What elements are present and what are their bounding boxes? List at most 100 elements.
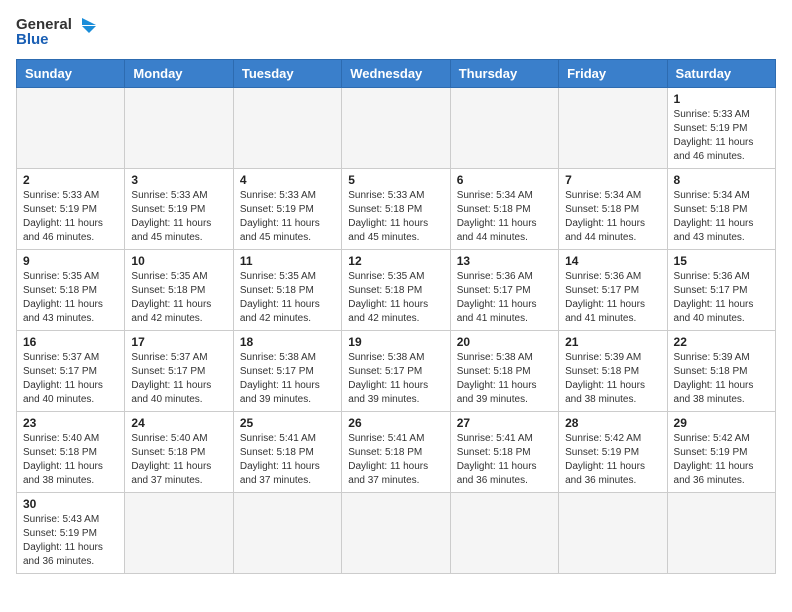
header-saturday: Saturday (667, 59, 775, 87)
day-info: Sunrise: 5:39 AM Sunset: 5:18 PM Dayligh… (565, 351, 660, 407)
calendar-cell: 12Sunrise: 5:35 AM Sunset: 5:18 PM Dayli… (342, 249, 450, 330)
day-info: Sunrise: 5:38 AM Sunset: 5:17 PM Dayligh… (240, 351, 335, 407)
day-number: 18 (240, 335, 335, 349)
calendar-cell: 18 Sunrise: 5:38 AM Sunset: 5:17 PM Dayli… (233, 330, 341, 411)
day-info: Sunrise: 5:33 AM Sunset: 5:19 PM Dayligh… (240, 189, 335, 245)
day-info: Sunrise: 5:34 AM Sunset: 5:18 PM Dayligh… (565, 189, 660, 245)
calendar-cell: 8 Sunrise: 5:34 AM Sunset: 5:18 PM Daylig… (667, 168, 775, 249)
calendar-cell: 20 Sunrise: 5:38 AM Sunset: 5:18 PM Dayli… (450, 330, 558, 411)
day-info: Sunrise: 5:36 AM Sunset: 5:17 PM Dayligh… (457, 270, 552, 326)
day-number: 4 (240, 173, 335, 187)
day-number: 9 (23, 254, 118, 268)
calendar-cell: 3 Sunrise: 5:33 AM Sunset: 5:19 PM Daylig… (125, 168, 233, 249)
day-number: 21 (565, 335, 660, 349)
day-number: 29 (674, 416, 769, 430)
calendar-cell: 1 Sunrise: 5:33 AM Sunset: 5:19 PM Daylig… (667, 87, 775, 168)
day-number: 20 (457, 335, 552, 349)
day-number: 14 (565, 254, 660, 268)
day-number: 10 (131, 254, 226, 268)
calendar-cell: 22Sunrise: 5:39 AM Sunset: 5:18 PM Dayli… (667, 330, 775, 411)
calendar-cell: 13 Sunrise: 5:36 AM Sunset: 5:17 PM Dayli… (450, 249, 558, 330)
day-number: 6 (457, 173, 552, 187)
calendar-cell-empty (450, 492, 558, 573)
day-info: Sunrise: 5:33 AM Sunset: 5:19 PM Dayligh… (23, 189, 118, 245)
day-number: 19 (348, 335, 443, 349)
calendar-cell: 17 Sunrise: 5:37 AM Sunset: 5:17 PM Dayli… (125, 330, 233, 411)
day-number: 8 (674, 173, 769, 187)
logo-blue-text: Blue (16, 32, 49, 49)
calendar-cell (17, 87, 125, 168)
day-number: 7 (565, 173, 660, 187)
calendar-table: Sunday Monday Tuesday Wednesday Thursday… (16, 59, 776, 574)
calendar-cell: 10 Sunrise: 5:35 AM Sunset: 5:18 PM Dayli… (125, 249, 233, 330)
day-info: Sunrise: 5:38 AM Sunset: 5:17 PM Dayligh… (348, 351, 443, 407)
calendar-cell: 29 Sunrise: 5:42 AM Sunset: 5:19 PM Dayli… (667, 411, 775, 492)
calendar-row-2: 9 Sunrise: 5:35 AM Sunset: 5:18 PM Daylig… (17, 249, 776, 330)
day-number: 22 (674, 335, 769, 349)
calendar-cell: 25Sunrise: 5:41 AM Sunset: 5:18 PM Dayli… (233, 411, 341, 492)
day-number: 30 (23, 497, 118, 511)
calendar-cell: 23Sunrise: 5:40 AM Sunset: 5:18 PM Dayli… (17, 411, 125, 492)
day-number: 15 (674, 254, 769, 268)
header-monday: Monday (125, 59, 233, 87)
day-number: 24 (131, 416, 226, 430)
calendar-cell-empty (342, 492, 450, 573)
day-info: Sunrise: 5:34 AM Sunset: 5:18 PM Dayligh… (457, 189, 552, 245)
day-number: 5 (348, 173, 443, 187)
calendar-cell-empty (559, 492, 667, 573)
calendar-row-1: 2Sunrise: 5:33 AM Sunset: 5:19 PM Daylig… (17, 168, 776, 249)
day-number: 3 (131, 173, 226, 187)
day-info: Sunrise: 5:42 AM Sunset: 5:19 PM Dayligh… (674, 432, 769, 488)
day-info: Sunrise: 5:43 AM Sunset: 5:19 PM Dayligh… (23, 513, 118, 569)
calendar-cell: 4 Sunrise: 5:33 AM Sunset: 5:19 PM Daylig… (233, 168, 341, 249)
logo-container: General Blue (16, 16, 96, 49)
day-info: Sunrise: 5:41 AM Sunset: 5:18 PM Dayligh… (457, 432, 552, 488)
calendar-cell (125, 87, 233, 168)
calendar-cell: 6 Sunrise: 5:34 AM Sunset: 5:18 PM Daylig… (450, 168, 558, 249)
day-number: 28 (565, 416, 660, 430)
day-info: Sunrise: 5:42 AM Sunset: 5:19 PM Dayligh… (565, 432, 660, 488)
calendar-cell: 26 Sunrise: 5:41 AM Sunset: 5:18 PM Dayli… (342, 411, 450, 492)
calendar-cell: 30 Sunrise: 5:43 AM Sunset: 5:19 PM Dayli… (17, 492, 125, 573)
day-info: Sunrise: 5:34 AM Sunset: 5:18 PM Dayligh… (674, 189, 769, 245)
day-number: 12 (348, 254, 443, 268)
header-thursday: Thursday (450, 59, 558, 87)
page-wrapper: General Blue Sunday Monday Tuesday Wedne… (16, 16, 776, 574)
day-number: 27 (457, 416, 552, 430)
calendar-row-5: 30 Sunrise: 5:43 AM Sunset: 5:19 PM Dayli… (17, 492, 776, 573)
header-wednesday: Wednesday (342, 59, 450, 87)
day-number: 26 (348, 416, 443, 430)
day-info: Sunrise: 5:33 AM Sunset: 5:19 PM Dayligh… (674, 108, 769, 164)
calendar-cell: 27 Sunrise: 5:41 AM Sunset: 5:18 PM Dayli… (450, 411, 558, 492)
day-info: Sunrise: 5:33 AM Sunset: 5:19 PM Dayligh… (131, 189, 226, 245)
calendar-cell (342, 87, 450, 168)
day-info: Sunrise: 5:41 AM Sunset: 5:18 PM Dayligh… (348, 432, 443, 488)
calendar-cell: 24 Sunrise: 5:40 AM Sunset: 5:18 PM Dayli… (125, 411, 233, 492)
calendar-cell-empty (233, 492, 341, 573)
calendar-cell: 11Sunrise: 5:35 AM Sunset: 5:18 PM Dayli… (233, 249, 341, 330)
calendar-cell: 28 Sunrise: 5:42 AM Sunset: 5:19 PM Dayli… (559, 411, 667, 492)
day-info: Sunrise: 5:41 AM Sunset: 5:18 PM Dayligh… (240, 432, 335, 488)
day-number: 1 (674, 92, 769, 106)
calendar-cell (559, 87, 667, 168)
calendar-cell: 2Sunrise: 5:33 AM Sunset: 5:19 PM Daylig… (17, 168, 125, 249)
day-info: Sunrise: 5:36 AM Sunset: 5:17 PM Dayligh… (674, 270, 769, 326)
day-number: 13 (457, 254, 552, 268)
logo-bird-icon (74, 16, 96, 34)
calendar-cell: 21 Sunrise: 5:39 AM Sunset: 5:18 PM Dayli… (559, 330, 667, 411)
day-info: Sunrise: 5:37 AM Sunset: 5:17 PM Dayligh… (131, 351, 226, 407)
calendar-cell: 19 Sunrise: 5:38 AM Sunset: 5:17 PM Dayli… (342, 330, 450, 411)
day-number: 17 (131, 335, 226, 349)
day-info: Sunrise: 5:40 AM Sunset: 5:18 PM Dayligh… (23, 432, 118, 488)
day-info: Sunrise: 5:33 AM Sunset: 5:18 PM Dayligh… (348, 189, 443, 245)
calendar-row-4: 23Sunrise: 5:40 AM Sunset: 5:18 PM Dayli… (17, 411, 776, 492)
day-info: Sunrise: 5:38 AM Sunset: 5:18 PM Dayligh… (457, 351, 552, 407)
header: General Blue (16, 16, 776, 49)
calendar-row-0: 1 Sunrise: 5:33 AM Sunset: 5:19 PM Daylig… (17, 87, 776, 168)
calendar-cell: 7 Sunrise: 5:34 AM Sunset: 5:18 PM Daylig… (559, 168, 667, 249)
day-info: Sunrise: 5:35 AM Sunset: 5:18 PM Dayligh… (23, 270, 118, 326)
day-info: Sunrise: 5:35 AM Sunset: 5:18 PM Dayligh… (131, 270, 226, 326)
day-info: Sunrise: 5:40 AM Sunset: 5:18 PM Dayligh… (131, 432, 226, 488)
header-friday: Friday (559, 59, 667, 87)
day-number: 16 (23, 335, 118, 349)
